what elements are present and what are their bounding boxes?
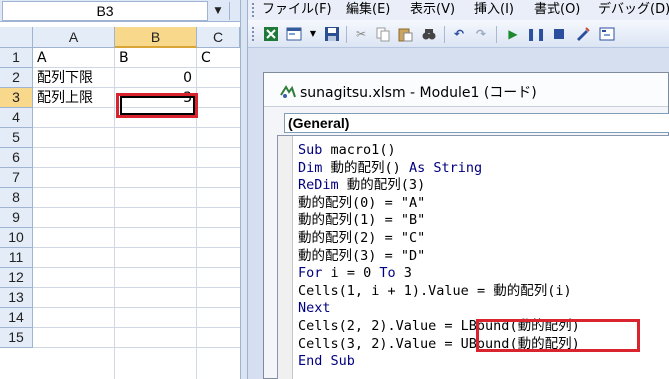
cell-b2[interactable]: 0 [116, 68, 195, 88]
code-line[interactable]: ReDim 動的配列(3) [298, 177, 580, 195]
row-header-11[interactable]: 11 [0, 248, 33, 268]
row-header-6[interactable]: 6 [0, 148, 33, 168]
find-icon[interactable] [420, 26, 438, 42]
formula-bar-divider [229, 2, 230, 20]
gridline [33, 227, 240, 228]
gridline [33, 307, 240, 308]
cell-c1[interactable]: C [198, 48, 240, 68]
reset-icon[interactable] [550, 26, 568, 42]
menu-format[interactable]: 書式(O) [534, 0, 580, 20]
menu-bar: ファイル(F) 編集(E) 表示(V) 挿入(I) 書式(O) デバッグ(D) [248, 0, 669, 20]
row-header-15[interactable]: 15 [0, 328, 33, 348]
code-line[interactable]: 動的配列(1) = "B" [298, 212, 580, 230]
save-icon[interactable] [323, 26, 341, 42]
menu-insert[interactable]: 挿入(I) [474, 0, 514, 20]
cell-a1[interactable]: A [34, 48, 114, 68]
cell-a2[interactable]: 配列下限 [34, 68, 114, 88]
paste-icon[interactable] [396, 26, 414, 42]
menubar-grip-icon[interactable] [252, 3, 255, 17]
cell-a3[interactable]: 配列上限 [34, 88, 114, 108]
menu-debug[interactable]: デバッグ(D) [598, 0, 669, 20]
row-header-4[interactable]: 4 [0, 108, 33, 128]
redo-icon[interactable]: ↷ [472, 26, 490, 42]
code-line[interactable]: 動的配列(0) = "A" [298, 195, 580, 213]
row-header-10[interactable]: 10 [0, 228, 33, 248]
column-header-b[interactable]: B [115, 27, 197, 48]
copy-icon[interactable] [374, 26, 392, 42]
chevron-down-icon[interactable]: ▼ [210, 3, 226, 19]
undo-icon[interactable]: ↶ [450, 26, 468, 42]
column-header-a[interactable]: A [33, 27, 115, 48]
menu-file[interactable]: ファイル(F) [262, 0, 332, 20]
menu-view[interactable]: 表示(V) [410, 0, 455, 20]
menu-edit[interactable]: 編集(E) [346, 0, 390, 20]
code-line[interactable]: End Sub [298, 353, 580, 371]
code-window-titlebar[interactable]: sunagitsu.xlsm - Module1 (コード) [264, 73, 668, 107]
toolbar-separator [346, 26, 347, 43]
cell-highlight-box [116, 93, 198, 118]
userform-icon[interactable] [285, 26, 303, 42]
project-explorer-icon[interactable] [598, 26, 616, 42]
code-line[interactable]: Sub macro1() [298, 142, 580, 160]
ubound-highlight-box [476, 319, 640, 352]
worksheet-grid[interactable]: A B C 1 2 3 4 5 6 7 8 9 10 11 12 13 14 1… [0, 27, 240, 379]
object-combo[interactable]: (General) [284, 113, 669, 133]
row-header-9[interactable]: 9 [0, 208, 33, 228]
toolbar-separator [444, 26, 445, 43]
column-header-c[interactable]: C [197, 27, 240, 48]
margin-indicator-bar[interactable] [278, 136, 293, 379]
gridline [33, 327, 240, 328]
row-header-7[interactable]: 7 [0, 168, 33, 188]
row-header-8[interactable]: 8 [0, 188, 33, 208]
name-box[interactable]: B3 [2, 1, 208, 21]
row-header-14[interactable]: 14 [0, 308, 33, 328]
row-header-3[interactable]: 3 [0, 88, 33, 108]
gridline [33, 347, 240, 348]
gridline [33, 187, 240, 188]
formula-bar: B3 ▼ [0, 0, 240, 22]
standard-toolbar: ▼ ✂ ↶ ↷ ▶ ❚❚ [248, 20, 669, 48]
row-header-13[interactable]: 13 [0, 288, 33, 308]
gridline [33, 267, 240, 268]
window-divider[interactable] [240, 0, 248, 379]
toolbar-separator [496, 26, 497, 43]
code-window-title: sunagitsu.xlsm - Module1 (コード) [300, 85, 537, 101]
dropdown-arrow-icon[interactable]: ▼ [304, 26, 322, 42]
cell-b1[interactable]: B [116, 48, 196, 68]
row-header-5[interactable]: 5 [0, 128, 33, 148]
row-header-12[interactable]: 12 [0, 268, 33, 288]
gridline [33, 147, 240, 148]
run-icon[interactable]: ▶ [504, 26, 522, 42]
gridline [33, 167, 240, 168]
excel-window: B3 ▼ A B C 1 2 3 4 5 6 7 8 9 10 11 12 13… [0, 0, 240, 379]
row-header-1[interactable]: 1 [0, 48, 33, 68]
row-header-2[interactable]: 2 [0, 68, 33, 88]
pause-icon[interactable]: ❚❚ [526, 26, 546, 42]
cut-icon[interactable]: ✂ [352, 26, 370, 42]
code-line[interactable]: 動的配列(2) = "C" [298, 230, 580, 248]
vb-module-icon [280, 85, 296, 99]
gridline [33, 287, 240, 288]
design-mode-icon[interactable] [574, 26, 592, 42]
code-line[interactable]: Cells(1, i + 1).Value = 動的配列(i) [298, 283, 580, 301]
code-line[interactable]: 動的配列(3) = "D" [298, 248, 580, 266]
code-line[interactable]: For i = 0 To 3 [298, 265, 580, 283]
excel-icon[interactable] [262, 26, 280, 42]
toolbar-grip-icon[interactable] [252, 27, 255, 41]
code-line[interactable]: Next [298, 300, 580, 318]
gridline [33, 127, 240, 128]
gridline [33, 247, 240, 248]
gridline [114, 48, 115, 379]
select-all-corner[interactable] [0, 27, 33, 48]
code-line[interactable]: Dim 動的配列() As String [298, 160, 580, 178]
gridline [33, 207, 240, 208]
